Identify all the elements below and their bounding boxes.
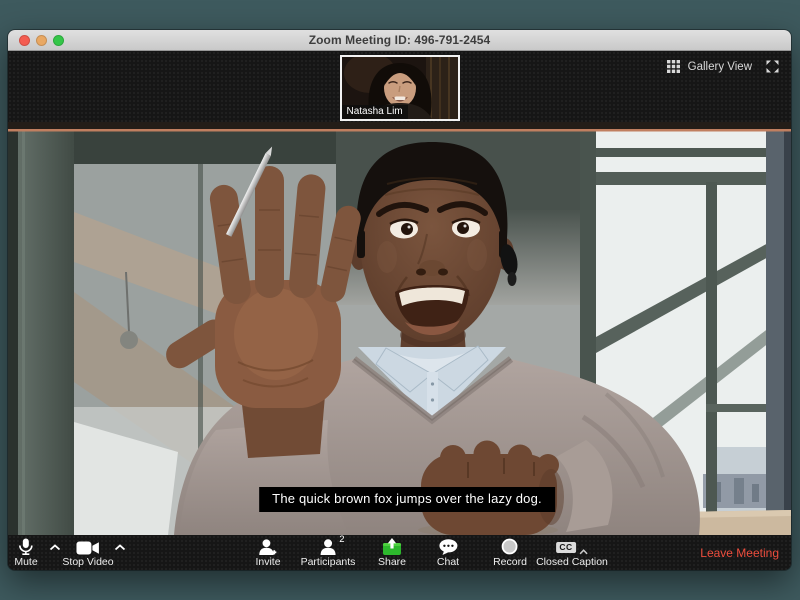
invite-person-icon [258, 539, 277, 555]
microphone-icon [19, 538, 34, 555]
share-button[interactable]: Share [378, 538, 406, 568]
minimize-button[interactable] [36, 35, 47, 46]
closed-caption-button[interactable]: CC Closed Caption [536, 538, 608, 568]
mute-options-caret-icon[interactable] [49, 544, 61, 551]
record-icon [501, 538, 518, 555]
cc-options-caret-icon[interactable] [579, 549, 588, 555]
closed-caption-label: Closed Caption [536, 556, 608, 568]
desktop: { "desktop": { "background_color": "#3e5… [0, 0, 800, 600]
participants-count-badge: 2 [339, 534, 344, 545]
chat-bubble-icon [439, 539, 458, 555]
video-camera-icon [77, 541, 100, 555]
record-button[interactable]: Record [493, 538, 527, 568]
window-title: Zoom Meeting ID: 496-791-2454 [309, 33, 491, 47]
main-video: The quick brown fox jumps over the lazy … [8, 122, 791, 535]
gallery-view-button[interactable]: Gallery View [667, 60, 779, 73]
zoom-window: Zoom Meeting ID: 496-791-2454 [8, 30, 791, 570]
live-caption: The quick brown fox jumps over the lazy … [259, 487, 555, 512]
cc-icon: CC [556, 542, 575, 554]
grid-icon [667, 60, 680, 73]
mute-button[interactable]: Mute [14, 538, 37, 568]
share-label: Share [378, 556, 406, 568]
participants-icon [319, 539, 336, 555]
chat-label: Chat [437, 556, 459, 568]
participants-label: Participants [301, 556, 356, 568]
fullscreen-button[interactable] [53, 35, 64, 46]
traffic-lights [19, 35, 64, 46]
gallery-view-label: Gallery View [688, 61, 752, 73]
toolbar: Mute Stop Video [8, 535, 791, 570]
video-options-caret-icon[interactable] [114, 544, 126, 551]
record-label: Record [493, 556, 527, 568]
close-button[interactable] [19, 35, 30, 46]
main-video-scene [8, 122, 791, 535]
share-screen-icon [382, 538, 402, 555]
participant-name-label: Natasha Lim [342, 105, 408, 119]
chat-button[interactable]: Chat [437, 538, 459, 568]
participants-button[interactable]: 2 Participants [301, 538, 356, 568]
stop-video-button[interactable]: Stop Video [62, 538, 113, 568]
participant-thumbnail[interactable]: Natasha Lim [340, 55, 460, 121]
stop-video-label: Stop Video [62, 556, 113, 568]
filmstrip: Natasha Lim Gallery View [8, 51, 791, 122]
mute-label: Mute [14, 556, 37, 568]
fullscreen-icon[interactable] [766, 60, 779, 73]
invite-button[interactable]: Invite [255, 538, 280, 568]
title-bar: Zoom Meeting ID: 496-791-2454 [8, 30, 791, 51]
leave-meeting-button[interactable]: Leave Meeting [694, 535, 785, 570]
invite-label: Invite [255, 556, 280, 568]
